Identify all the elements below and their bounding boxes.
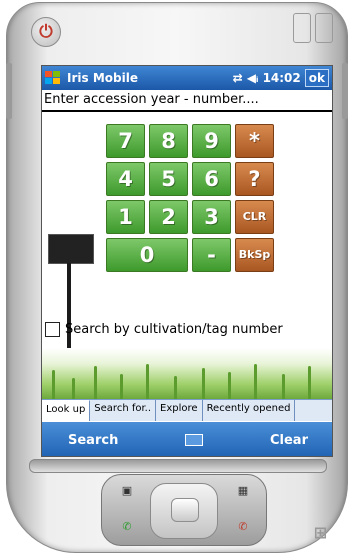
- search-softkey[interactable]: Search: [68, 433, 118, 448]
- side-button-right[interactable]: [342, 63, 348, 119]
- cultivation-checkbox-label: Search by cultivation/tag number: [65, 322, 283, 337]
- tab-search-for[interactable]: Search for..: [90, 400, 157, 421]
- key-7[interactable]: 7: [106, 124, 145, 158]
- key-1[interactable]: 1: [106, 200, 145, 234]
- calendar-icon[interactable]: ▣: [116, 483, 138, 499]
- hardware-button-cluster: ▣ ▦ ✆ ✆: [101, 474, 267, 546]
- tab-strip: Look up Search for.. Explore Recently op…: [42, 399, 332, 421]
- grass-banner-image: [42, 348, 332, 400]
- tab-look-up[interactable]: Look up: [42, 400, 91, 421]
- side-button-left[interactable]: [6, 63, 12, 119]
- windows-start-icon[interactable]: [45, 70, 63, 86]
- clear-key[interactable]: CLR: [235, 200, 274, 234]
- softkey-bar: Search Clear: [42, 422, 332, 456]
- key-5[interactable]: 5: [149, 162, 188, 196]
- key-dash[interactable]: -: [192, 238, 231, 272]
- connectivity-icon[interactable]: ⇄: [233, 71, 243, 85]
- key-8[interactable]: 8: [149, 124, 188, 158]
- key-0[interactable]: 0: [106, 238, 188, 272]
- garden-sign-image: [48, 234, 94, 264]
- tab-recently-opened[interactable]: Recently opened: [203, 400, 296, 421]
- device-screen: Iris Mobile ⇄ ◀ᵢ 14:02 ok Enter accessio…: [41, 65, 333, 457]
- key-4[interactable]: 4: [106, 162, 145, 196]
- pocket-pc-device: ⏻ Iris Mobile ⇄ ◀ᵢ 14:02 ok Enter access…: [6, 2, 348, 553]
- contacts-icon[interactable]: ▦: [232, 483, 254, 499]
- cultivation-search-option[interactable]: Search by cultivation/tag number: [45, 322, 283, 337]
- clear-softkey[interactable]: Clear: [270, 433, 308, 448]
- windows-logo-icon: ⊞: [313, 523, 327, 542]
- end-call-icon[interactable]: ✆: [232, 519, 254, 535]
- clock[interactable]: 14:02: [263, 71, 301, 85]
- speaker-strip: [29, 459, 327, 473]
- key-2[interactable]: 2: [149, 200, 188, 234]
- volume-icon[interactable]: ◀ᵢ: [247, 71, 259, 85]
- navigation-pad[interactable]: [150, 483, 218, 539]
- tab-explore[interactable]: Explore: [156, 400, 203, 421]
- accession-entry-field[interactable]: Enter accession year - number....: [42, 90, 332, 112]
- keyboard-icon[interactable]: [185, 434, 204, 446]
- action-button[interactable]: [171, 498, 199, 522]
- key-question[interactable]: ?: [235, 162, 274, 196]
- backspace-key[interactable]: BkSp: [235, 238, 274, 272]
- card-slot-left: [293, 13, 311, 43]
- call-icon[interactable]: ✆: [116, 519, 138, 535]
- key-9[interactable]: 9: [192, 124, 231, 158]
- cultivation-checkbox[interactable]: [45, 322, 60, 337]
- ok-button[interactable]: ok: [304, 69, 329, 87]
- card-slot-right: [315, 13, 333, 43]
- power-icon[interactable]: ⏻: [31, 17, 61, 47]
- title-bar: Iris Mobile ⇄ ◀ᵢ 14:02 ok: [42, 66, 332, 90]
- key-3[interactable]: 3: [192, 200, 231, 234]
- app-title: Iris Mobile: [67, 71, 138, 85]
- key-asterisk[interactable]: *: [235, 124, 274, 158]
- key-6[interactable]: 6: [192, 162, 231, 196]
